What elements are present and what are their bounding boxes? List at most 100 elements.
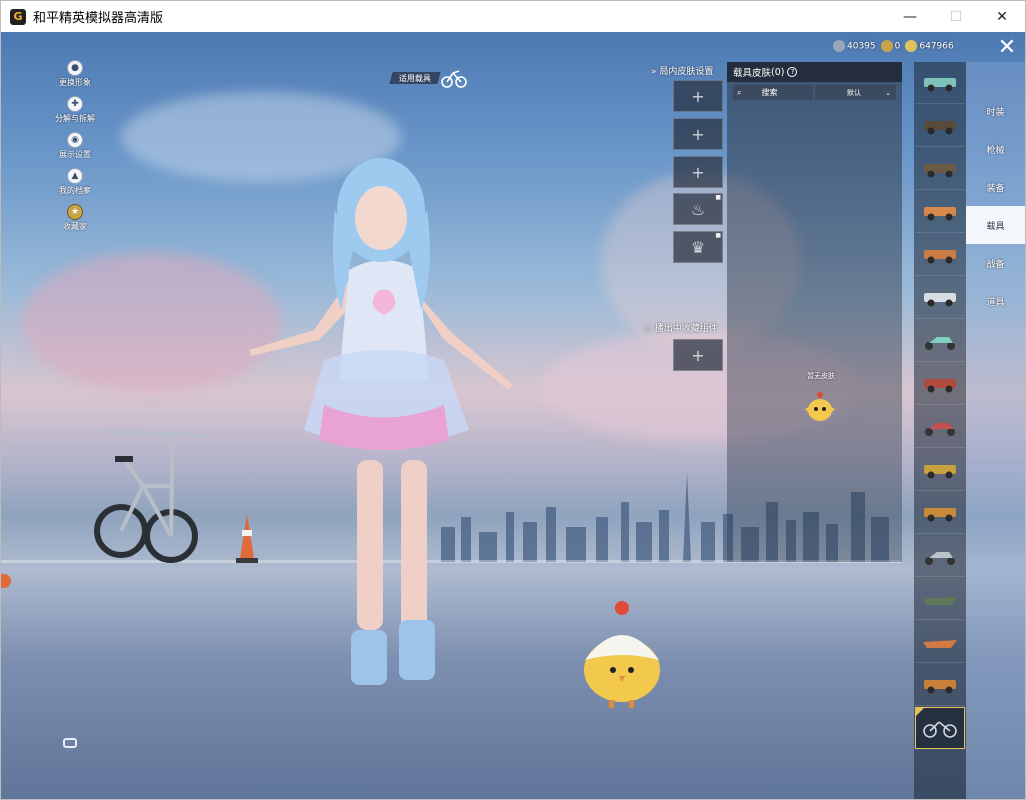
vehicle-item-jeep-brown[interactable] <box>915 148 965 190</box>
menu-collector[interactable]: ★ 收藏家 <box>49 204 101 232</box>
jeep-brown-icon <box>924 163 956 177</box>
close-icon[interactable]: ✕ <box>989 32 1025 62</box>
vehicle-item-sedan-orange-2[interactable] <box>915 234 965 276</box>
vehicle-item-atv-orange[interactable] <box>915 664 965 706</box>
vehicle-item-bicycle[interactable] <box>915 707 965 749</box>
tab-category-5[interactable]: 道具 <box>966 282 1025 320</box>
buggy-yellow-icon <box>924 464 956 478</box>
broadcast-title-text: 播出中收藏组件 <box>654 324 718 334</box>
tab-category-1[interactable]: 枪械 <box>966 130 1025 168</box>
category-tabs: 时装 枪械 装备 载具 战备 道具 <box>966 62 1025 799</box>
skin-slot-locked-2[interactable]: ♛ ■ <box>673 231 723 263</box>
game-viewport: ● 更换形象 ✚ 分解与拆解 ◉ 展示设置 ▲ 我的档案 ★ 收藏家 适用载具 <box>1 32 1025 799</box>
menu-label: 收藏家 <box>63 222 87 231</box>
horn-icon[interactable] <box>63 738 77 748</box>
broadcast-component-title: ◎ 播出中收藏组件 <box>644 324 718 334</box>
no-skin-label: 暂无皮肤 <box>807 372 835 380</box>
vehicle-item-minibus[interactable] <box>915 62 965 104</box>
scooter-icon <box>925 336 955 350</box>
vehicle-item-sedan-orange[interactable] <box>915 191 965 233</box>
window-title: 和平精英模拟器高清版 <box>33 11 164 26</box>
tab-category-2[interactable]: 装备 <box>966 168 1025 206</box>
gold-coin-icon <box>905 40 918 52</box>
currency-value: 0 <box>894 41 901 52</box>
currency-gold: 647966 <box>905 40 954 52</box>
lock-icon: ■ <box>715 194 721 201</box>
menu-label: 更换形象 <box>59 78 91 87</box>
applicable-vehicle-tag: 适用载具 <box>389 72 441 84</box>
gold-token-icon <box>880 40 893 52</box>
flame-icon: ▲ <box>67 168 83 184</box>
vehicle-item-buggy-yellow[interactable] <box>915 449 965 491</box>
bicycle-icon <box>923 721 957 738</box>
skin-settings-title: » 局内皮肤设置 <box>651 67 714 77</box>
vehicle-item-snowmobile[interactable] <box>915 406 965 448</box>
vehicle-skin-toolbar: ⌕ 搜索 默认 ⌄ <box>733 85 896 100</box>
boat-green-icon <box>923 596 957 605</box>
tab-category-4[interactable]: 战备 <box>966 244 1025 282</box>
atv-red-icon <box>924 378 956 392</box>
slot-symbol: ♨ <box>690 199 706 219</box>
sort-dropdown[interactable]: 默认 ⌄ <box>815 85 896 100</box>
lock-icon: ■ <box>715 232 721 239</box>
vehicle-item-jeep-dark[interactable] <box>915 105 965 147</box>
search-label: 搜索 <box>761 88 778 97</box>
menu-display-settings[interactable]: ◉ 展示设置 <box>49 132 101 160</box>
badge-icon: ★ <box>67 204 83 220</box>
sort-value: 默认 <box>847 88 861 97</box>
search-icon: ⌕ <box>737 87 742 97</box>
tab-category-0[interactable]: 时装 <box>966 92 1025 130</box>
chick-avatar-icon <box>805 392 835 421</box>
vehicle-item-boat-orange[interactable] <box>915 621 965 663</box>
broadcast-slot[interactable]: + <box>673 339 723 371</box>
skin-slot-1[interactable]: + <box>673 80 723 112</box>
minimize-button[interactable]: — <box>887 1 933 32</box>
vehicle-item-scooter[interactable] <box>915 320 965 362</box>
category-spacer <box>966 62 1025 92</box>
maximize-button[interactable]: ☐ <box>933 1 979 32</box>
vehicle-skin-panel: 载具皮肤 (0)? ⌕ 搜索 默认 ⌄ <box>727 62 902 562</box>
vehicle-skin-header: 载具皮肤 (0)? <box>727 62 902 82</box>
tuktuk-icon <box>924 507 956 521</box>
skin-settings-title-text: 局内皮肤设置 <box>659 67 714 77</box>
boat-orange-icon <box>923 639 957 648</box>
eye-icon: ◉ <box>67 132 83 148</box>
bicycle-model <box>94 429 209 563</box>
tab-category-3[interactable]: 载具 <box>966 206 1025 244</box>
chick-pet <box>584 601 660 708</box>
close-window-button[interactable]: ✕ <box>979 1 1025 32</box>
vehicle-item-atv-red[interactable] <box>915 363 965 405</box>
vehicle-item-boat-green[interactable] <box>915 578 965 620</box>
currency-value: 40395 <box>847 41 876 52</box>
menu-label: 我的档案 <box>59 186 91 195</box>
menu-change-appearance[interactable]: ● 更换形象 <box>49 60 101 88</box>
menu-decompose[interactable]: ✚ 分解与拆解 <box>49 96 101 124</box>
currency-bar: 40395 0 647966 <box>833 40 954 52</box>
currency-gold-token: 0 <box>880 40 901 52</box>
vehicle-list <box>914 62 966 799</box>
left-side-menu: ● 更换形象 ✚ 分解与拆解 ◉ 展示设置 ▲ 我的档案 ★ 收藏家 <box>49 60 101 240</box>
silver-coin-icon <box>833 40 845 52</box>
atv-orange-icon <box>924 679 956 693</box>
character-model <box>249 158 512 685</box>
app-logo-icon: G <box>10 8 26 25</box>
vehicle-item-pickup-white[interactable] <box>915 277 965 319</box>
menu-my-profile[interactable]: ▲ 我的档案 <box>49 168 101 196</box>
skin-slot-2[interactable]: + <box>673 118 723 150</box>
skin-slot-locked-1[interactable]: ♨ ■ <box>673 193 723 225</box>
search-input[interactable]: ⌕ 搜索 <box>733 85 813 100</box>
window-controls: — ☐ ✕ <box>887 1 1025 32</box>
bicycle-icon <box>441 70 467 88</box>
skin-slot-3[interactable]: + <box>673 156 723 188</box>
balloon-decoration <box>1 574 11 588</box>
currency-value: 647966 <box>919 41 954 52</box>
vehicle-skin-title: 载具皮肤 <box>733 68 772 79</box>
vehicle-skin-count: (0) <box>771 66 785 78</box>
chevron-down-icon: ⌄ <box>885 88 891 97</box>
motorbike-icon <box>925 551 955 565</box>
snowmobile-icon <box>925 422 955 436</box>
vehicle-item-motorbike[interactable] <box>915 535 965 577</box>
vehicle-item-tuktuk[interactable] <box>915 492 965 534</box>
help-icon[interactable]: ? <box>787 67 798 77</box>
menu-label: 展示设置 <box>59 150 91 159</box>
